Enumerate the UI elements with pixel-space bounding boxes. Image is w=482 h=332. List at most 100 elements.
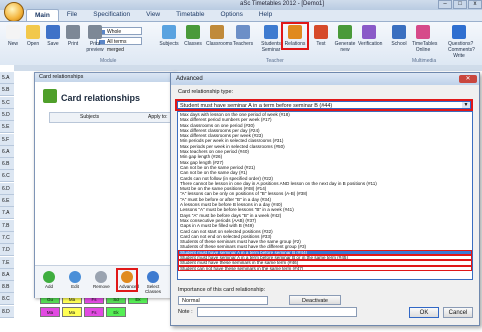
menu-tab-options[interactable]: Options [212,9,250,21]
relationships-icon [43,89,57,103]
ribbon-button-label: Test [316,41,326,47]
relationship-type-label: Card relationship type: [178,89,234,95]
class-row-label[interactable]: 8.D [0,305,14,318]
class-row-label[interactable]: 8.C [0,293,14,306]
advanced-button[interactable]: Advanced [116,268,139,292]
column-apply-to[interactable]: Apply to: [148,113,167,122]
print-icon [66,25,80,39]
print-preview-icon [88,25,102,39]
ribbon-button-label: New [7,41,18,47]
class-row-label[interactable]: 5.C [0,96,14,109]
class-row-label[interactable]: 7.A [0,207,14,220]
day-header-bar [14,65,482,71]
classes-icon [186,25,200,39]
students-icon [264,25,278,39]
ribbon-button-label: School [391,41,407,47]
classrooms-icon [210,25,224,39]
ribbon-button-label: Relations [284,41,306,47]
importance-select[interactable]: Normal [178,296,268,305]
relations-button[interactable]: Relations [281,22,309,50]
test-button[interactable]: Test [310,25,332,47]
class-row-label[interactable]: 5.E [0,121,14,134]
classrooms-button[interactable]: Classrooms [206,25,232,47]
class-row-label[interactable]: 6.D [0,182,14,195]
lesson-card[interactable]: Fs [84,306,104,317]
menu-tab-help[interactable]: Help [251,9,280,21]
select-classes-button[interactable]: Select Classes [145,271,161,294]
save-button[interactable]: Save [42,25,64,47]
class-row-label[interactable]: 7.D [0,244,14,257]
menu-tab-view[interactable]: View [138,9,168,21]
timetables-online-button[interactable]: TimeTables Online [412,25,438,53]
class-row-label[interactable]: 6.B [0,158,14,171]
students-seminar-button[interactable]: Students Seminar [260,25,282,53]
class-row-label[interactable]: 6.C [0,170,14,183]
class-row-label[interactable]: 5.F [0,133,14,146]
class-row-label[interactable]: 7.B [0,219,14,232]
relationship-type-options[interactable]: Max days with lesson on the one period o… [177,111,473,280]
help-icon [452,25,466,39]
edit-button[interactable]: Edit [67,271,83,289]
close-window-button[interactable]: x [468,0,482,9]
new-file-icon [6,25,20,39]
teachers-button[interactable]: Teachers [232,25,254,47]
ribbon-button-label: TimeTables Online [412,41,438,53]
class-row-label[interactable]: 5.D [0,108,14,121]
add-icon [43,271,55,283]
menu-tab-file[interactable]: File [59,9,85,21]
ribbon-button-label: Verification [358,41,383,47]
new-button[interactable]: New [2,25,24,47]
card-relationships-footer: Add Edit Remove Advanced Select Classes [35,265,175,298]
relationship-type-value: Student must have seminar A in a term be… [180,103,333,109]
class-row-label[interactable]: 5.B [0,84,14,97]
ribbon-button-label: Teachers [232,41,254,47]
ribbon-button-label: Print [67,41,79,47]
maximize-button[interactable]: □ [453,0,467,9]
relations-icon [288,25,302,39]
menu-tab-specification[interactable]: Specification [85,9,138,21]
questions-comments-write-button[interactable]: Questions? Comments? Write [448,25,475,59]
classes-button[interactable]: Classes [182,25,204,47]
group-label-module: Module [100,58,117,64]
close-dialog-button[interactable]: ✕ [459,75,477,83]
menu-tab-timetable[interactable]: Timetable [168,9,212,21]
class-row-label[interactable]: 8.B [0,281,14,294]
minimize-button[interactable]: – [438,0,452,9]
app-menu-orb[interactable] [4,2,24,22]
class-row-label[interactable]: 5.A [0,72,14,84]
ribbon-button-label: Students Seminar [261,41,281,53]
column-subjects[interactable]: Subjects [80,113,99,122]
remove-button[interactable]: Remove [93,271,110,289]
note-input[interactable] [197,307,357,317]
lesson-card[interactable]: Ma [62,306,82,317]
add-button[interactable]: Add [41,271,57,289]
class-row-label[interactable]: 6.A [0,145,14,158]
deactivate-button[interactable]: Deactivate [289,295,341,305]
open-button[interactable]: Open [22,25,44,47]
class-row-label[interactable]: 8.A [0,268,14,281]
subjects-button[interactable]: Subjects [158,25,180,47]
lesson-card[interactable]: Ek [106,306,126,317]
note-label: Note : [178,309,193,315]
ribbon: Whole All terms merged Module Teacher Mu… [0,21,482,67]
lesson-card[interactable]: Ma [40,306,60,317]
cancel-button[interactable]: Cancel [443,307,473,318]
ribbon-button-label: Save [47,41,59,47]
ok-button[interactable]: OK [409,307,439,318]
class-row-label[interactable]: 7.E [0,256,14,269]
print-preview-button[interactable]: Print preview [84,25,106,53]
generate-new-button[interactable]: Generate new [334,25,356,53]
importance-label: Importance of this card relationship: [178,287,266,293]
class-row-label[interactable]: 6.E [0,195,14,207]
group-label-teacher: Teacher [266,58,284,64]
school-button[interactable]: School [388,25,410,47]
window-controls: – □ x [437,0,482,10]
relationship-option[interactable]: Student can not have these seminars in t… [178,265,472,271]
chevron-down-icon[interactable]: ▼ [462,102,470,108]
class-row-label[interactable]: 7.C [0,231,14,244]
online-icon [416,25,430,39]
remove-icon [95,271,107,283]
print-button[interactable]: Print [62,25,84,47]
relationship-type-dropdown[interactable]: Student must have seminar A in a term be… [175,99,473,111]
verification-button[interactable]: Verification [358,25,383,47]
